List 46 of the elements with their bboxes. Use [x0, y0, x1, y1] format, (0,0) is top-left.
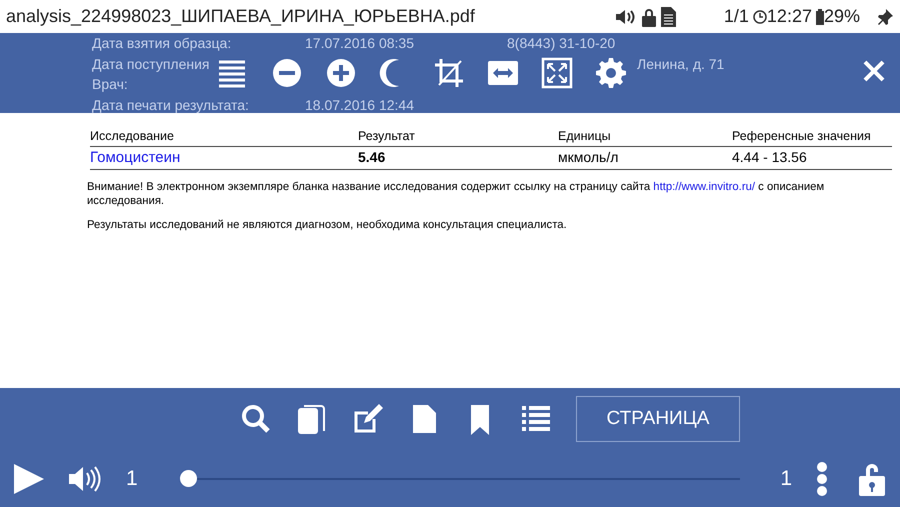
total-pages-number: 1	[780, 466, 792, 492]
note-paragraph: Результаты исследований не являются диагнозом, необходима консультация специалиста.	[87, 218, 568, 233]
battery-icon	[816, 8, 824, 24]
lock-icon	[640, 6, 657, 26]
fullscreen-icon[interactable]	[541, 57, 573, 89]
crop-icon[interactable]	[433, 57, 465, 89]
volume-icon[interactable]	[68, 464, 102, 492]
pin-icon[interactable]	[876, 8, 894, 26]
document-field-value: 17.07.2016 08:35	[305, 34, 414, 53]
column-header: Референсные значения	[732, 127, 892, 147]
result-value: 5.46	[358, 148, 386, 167]
note-paragraph: Внимание! В электронном экземпляре бланка название исследования содержит ссылку на страницу сайта http://www.invitro.ru/ с описанием исследования.	[87, 180, 826, 208]
document-icon	[660, 6, 676, 26]
document-field-label: Дата печати результата:	[92, 96, 249, 115]
page-count: 1/1	[724, 5, 749, 28]
clock-icon	[752, 10, 767, 24]
reference-cell-text: 4.44 - 13.56	[732, 148, 808, 167]
document-field-label: Дата взятия образца:	[92, 34, 232, 53]
edit-icon[interactable]	[352, 403, 384, 435]
battery-percent: 29%	[824, 5, 860, 28]
page-button[interactable]: СТРАНИЦА	[576, 396, 740, 442]
more-options-icon[interactable]	[816, 462, 828, 496]
search-icon[interactable]	[240, 403, 272, 435]
units-cell-text: мкмоль/л	[558, 148, 620, 167]
close-icon[interactable]	[862, 59, 886, 83]
current-page-number: 1	[126, 466, 138, 492]
settings-icon[interactable]	[595, 57, 627, 89]
slider-thumb[interactable]	[180, 470, 197, 487]
document-field-label: Дата поступления	[92, 54, 210, 74]
test-name-link[interactable]: Гомоцистеин	[90, 146, 358, 170]
document-field-value: Ленина, д. 71	[637, 54, 724, 74]
column-header: Результат	[358, 127, 558, 147]
pages-icon[interactable]	[296, 403, 328, 435]
file-title: analysis_224998023_ШИПАЕВА_ИРИНА_ЮРЬЕВНА.pdf	[6, 5, 475, 28]
website-link[interactable]: http://www.invitro.ru/	[653, 181, 756, 194]
document-field-value: 18.07.2016 12:44	[305, 96, 414, 114]
unlock-icon[interactable]	[858, 462, 886, 496]
clock-time: 12:27	[766, 5, 812, 28]
zoom-out-icon[interactable]	[271, 57, 303, 89]
column-header: Исследование	[90, 127, 358, 147]
document-field-value: 8(8443) 31-10-20	[507, 34, 616, 53]
document-field-label: Врач:	[92, 75, 128, 94]
play-icon[interactable]	[14, 464, 44, 494]
volume-icon	[614, 8, 637, 26]
column-header: Единицы	[558, 127, 732, 147]
zoom-in-icon[interactable]	[325, 57, 357, 89]
